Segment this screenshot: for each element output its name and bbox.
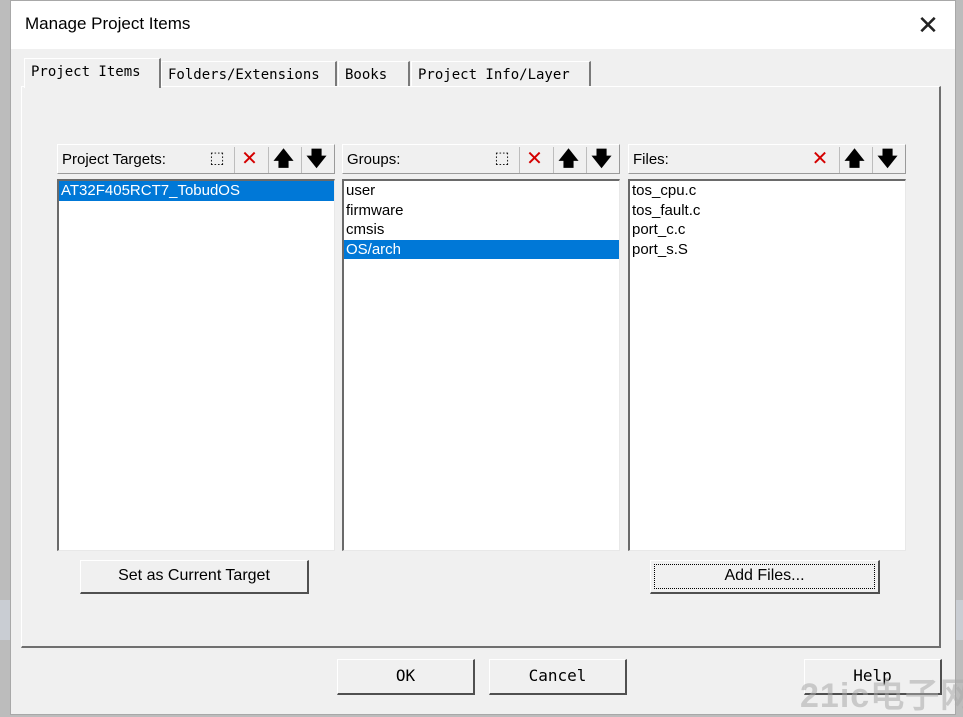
add-files-button[interactable]: Add Files... (650, 560, 880, 594)
list-item[interactable]: cmsis (344, 220, 619, 240)
new-group-icon[interactable]: ⬚ (487, 147, 517, 173)
files-label: Files: (633, 151, 669, 168)
move-down-group-icon[interactable]: 🡇 (586, 147, 616, 173)
move-up-file-icon[interactable]: 🡅 (839, 147, 869, 173)
close-icon[interactable]: ✕ (901, 1, 955, 49)
manage-project-items-dialog: Manage Project Items ✕ Project Items Fol… (10, 0, 956, 715)
targets-header: Project Targets: ⬚ ✕ 🡅 🡇 (57, 144, 335, 174)
list-item[interactable]: tos_fault.c (630, 201, 905, 221)
list-item[interactable]: user (344, 181, 619, 201)
tab-project-items[interactable]: Project Items (24, 58, 161, 88)
list-item[interactable]: firmware (344, 201, 619, 221)
list-item[interactable]: port_c.c (630, 220, 905, 240)
delete-file-icon[interactable]: ✕ (805, 147, 835, 173)
delete-group-icon[interactable]: ✕ (519, 147, 549, 173)
list-item[interactable]: AT32F405RCT7_TobudOS (59, 181, 334, 201)
targets-list[interactable]: AT32F405RCT7_TobudOS (57, 179, 335, 551)
move-up-target-icon[interactable]: 🡅 (268, 147, 298, 173)
set-as-current-target-label: Set as Current Target (118, 567, 270, 584)
delete-target-icon[interactable]: ✕ (234, 147, 264, 173)
list-item[interactable]: OS/arch (344, 239, 619, 259)
dialog-title: Manage Project Items (25, 14, 191, 33)
focus-rectangle (654, 564, 875, 589)
groups-list[interactable]: user firmware cmsis OS/arch (342, 179, 620, 551)
set-as-current-target-button[interactable]: Set as Current Target (80, 560, 309, 594)
groups-label: Groups: (347, 151, 401, 168)
list-item[interactable]: tos_cpu.c (630, 181, 905, 201)
list-item[interactable]: port_s.S (630, 240, 905, 260)
tab-project-info-layer[interactable]: Project Info/Layer (411, 61, 591, 87)
tab-folders-extensions[interactable]: Folders/Extensions (161, 61, 337, 87)
move-up-group-icon[interactable]: 🡅 (553, 147, 583, 173)
new-target-icon[interactable]: ⬚ (202, 147, 232, 173)
cancel-button[interactable]: Cancel (489, 659, 627, 695)
project-items-panel: Project Targets: ⬚ ✕ 🡅 🡇 AT32F405RCT7_To… (21, 86, 941, 648)
groups-header: Groups: ⬚ ✕ 🡅 🡇 (342, 144, 620, 174)
tab-books[interactable]: Books (338, 61, 410, 87)
watermark: 21ic电子网 (800, 677, 963, 715)
files-header: Files: ✕ 🡅 🡇 (628, 144, 906, 174)
targets-label: Project Targets: (62, 151, 166, 168)
ok-button[interactable]: OK (337, 659, 475, 695)
files-list[interactable]: tos_cpu.c tos_fault.c port_c.c port_s.S (628, 179, 906, 551)
title-bar: Manage Project Items ✕ (11, 1, 955, 49)
move-down-target-icon[interactable]: 🡇 (301, 147, 331, 173)
move-down-file-icon[interactable]: 🡇 (872, 147, 902, 173)
